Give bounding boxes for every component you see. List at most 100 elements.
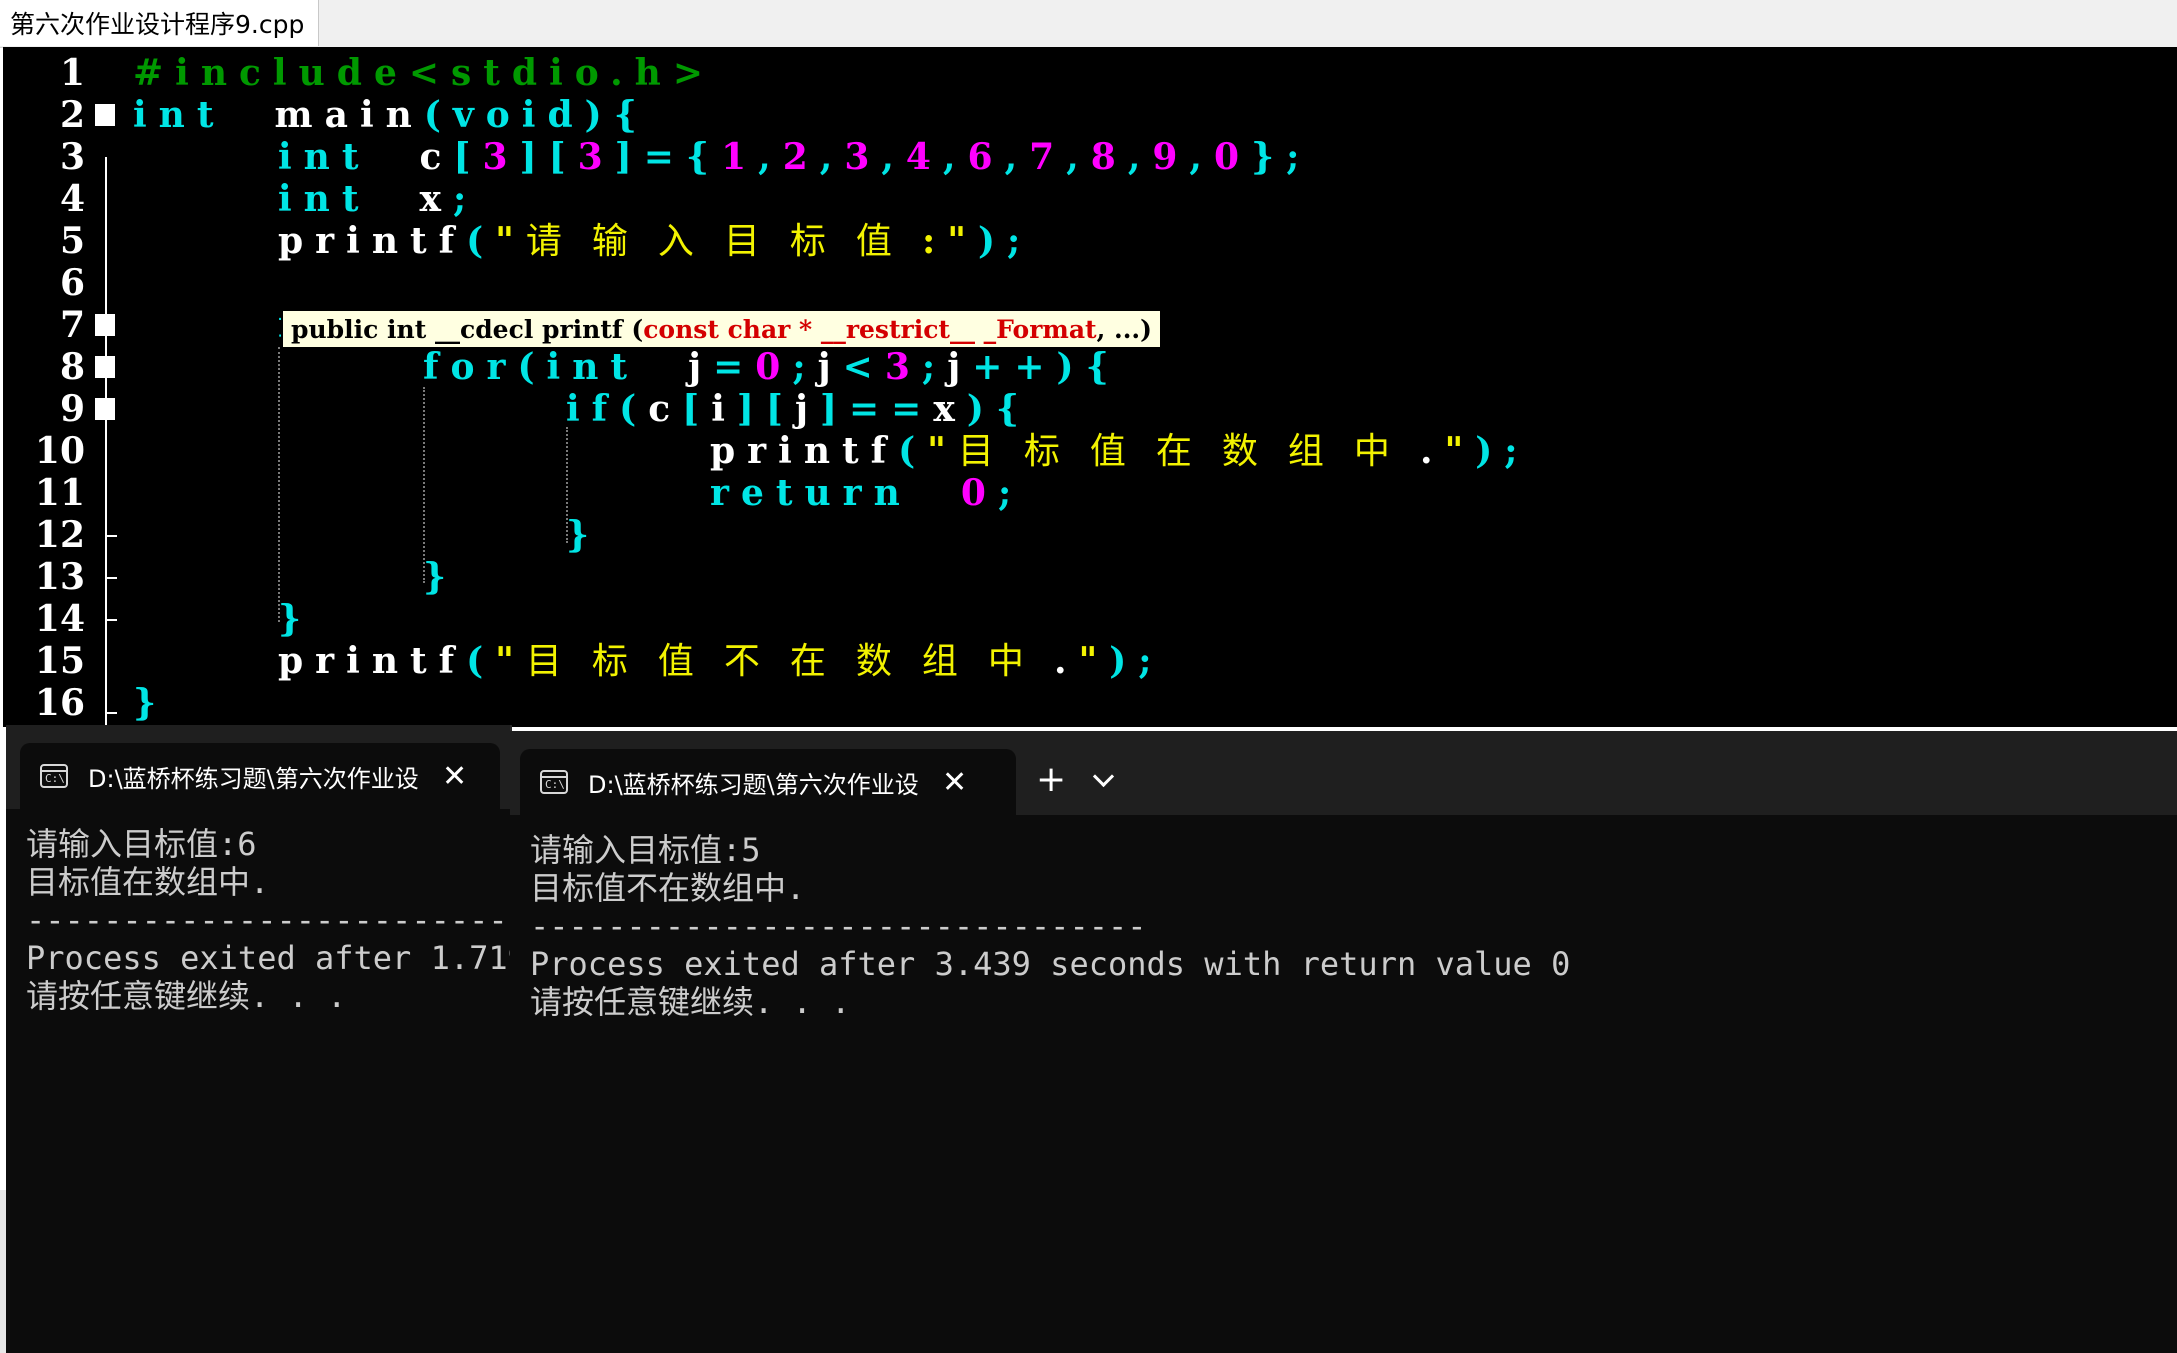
console-line: Process exited after 3.439 seconds with … bbox=[530, 945, 1571, 983]
line-number: 11 bbox=[34, 472, 85, 514]
code-token: 0 bbox=[755, 346, 793, 388]
code-line: } bbox=[278, 598, 313, 640]
close-icon[interactable]: ✕ bbox=[442, 759, 467, 794]
console-tab[interactable]: C:\ D:\蓝桥杯练习题\第六次作业设 ✕ bbox=[20, 743, 500, 809]
console-titlebar: C:\ D:\蓝桥杯练习题\第六次作业设 ✕ bbox=[6, 725, 510, 809]
code-token: , bbox=[1127, 136, 1153, 178]
code-line: printf("请输入目标值:"); bbox=[278, 220, 1032, 262]
code-token: 1 bbox=[721, 136, 759, 178]
console-line: 请输入目标值:6 bbox=[26, 825, 257, 863]
code-token: 请输入目标值 bbox=[525, 221, 922, 262]
code-token: int bbox=[133, 94, 226, 136]
code-token: , bbox=[1004, 136, 1030, 178]
fold-end-tick bbox=[105, 712, 117, 714]
code-token: 0 bbox=[1213, 136, 1252, 178]
code-token: 3 bbox=[884, 346, 922, 388]
fold-end-tick bbox=[105, 535, 117, 537]
code-token: ][ bbox=[519, 136, 578, 178]
code-token: ]== bbox=[819, 388, 934, 430]
line-number: 8 bbox=[59, 346, 85, 388]
code-token: #include<stdio.h> bbox=[133, 52, 716, 94]
console-tab[interactable]: C:\ D:\蓝桥杯练习题\第六次作业设 ✕ bbox=[520, 749, 1016, 815]
code-line: } bbox=[566, 514, 601, 556]
code-token: , bbox=[1189, 136, 1214, 178]
close-icon[interactable]: ✕ bbox=[942, 765, 967, 800]
file-tab-label: 第六次作业设计程序9.cpp bbox=[10, 10, 305, 39]
code-token: 3 bbox=[577, 136, 615, 178]
console-line: 目标值不在数组中. bbox=[530, 869, 806, 907]
line-number: 14 bbox=[34, 598, 85, 640]
line-number: 15 bbox=[34, 640, 85, 682]
code-token: j bbox=[794, 388, 820, 430]
code-token: 2 bbox=[782, 136, 820, 178]
code-token: ]={ bbox=[614, 136, 722, 178]
code-token: ( bbox=[898, 430, 928, 472]
terminal-icon: C:\ bbox=[540, 770, 568, 794]
code-token: = bbox=[713, 346, 756, 388]
code-token: ( bbox=[466, 640, 496, 682]
function-signature-tooltip: public int __cdecl printf (const char * … bbox=[281, 309, 1162, 349]
code-token: ][ bbox=[736, 388, 795, 430]
new-tab-button[interactable]: + bbox=[1036, 759, 1066, 800]
code-token: " bbox=[927, 430, 958, 472]
line-number: 1 bbox=[59, 52, 85, 94]
line-number: 7 bbox=[59, 304, 85, 346]
code-token: 8 bbox=[1090, 136, 1128, 178]
code-token: " bbox=[495, 640, 526, 682]
code-token: void bbox=[452, 94, 585, 136]
file-tab[interactable]: 第六次作业设计程序9.cpp bbox=[0, 0, 320, 46]
tooltip-prefix: public int __cdecl printf ( bbox=[291, 314, 644, 344]
code-token: for bbox=[423, 346, 518, 388]
code-token: c bbox=[370, 136, 454, 178]
code-token: i bbox=[711, 388, 737, 430]
line-number: 12 bbox=[34, 514, 85, 556]
code-token: ); bbox=[1475, 430, 1530, 472]
code-token: ; bbox=[792, 346, 818, 388]
code-line: for(int j=0;j<3;j++){ bbox=[423, 346, 1121, 388]
code-line: int main(void){ bbox=[133, 94, 649, 136]
code-token: , bbox=[881, 136, 906, 178]
line-number: 6 bbox=[59, 262, 85, 304]
code-token: if bbox=[566, 388, 620, 430]
code-token: printf bbox=[278, 640, 467, 682]
code-line: } bbox=[133, 682, 168, 724]
console-window-1[interactable]: C:\ D:\蓝桥杯练习题\第六次作业设 ✕ 请输入目标值:6 目标值在数组中. -… bbox=[6, 725, 512, 1353]
console-line: -------------------------------- bbox=[26, 901, 510, 939]
console-line: Process exited after 1.719 bbox=[26, 939, 512, 977]
line-number: 2 bbox=[59, 94, 85, 136]
code-token: int bbox=[278, 136, 371, 178]
code-token: 6 bbox=[967, 136, 1005, 178]
code-token: " bbox=[1078, 640, 1110, 682]
code-line: printf("目标值不在数组中."); bbox=[278, 640, 1164, 682]
code-token: x bbox=[933, 388, 967, 430]
line-number: 5 bbox=[59, 220, 85, 262]
code-token: int bbox=[546, 346, 639, 388]
code-token: c bbox=[648, 388, 683, 430]
code-token: j bbox=[947, 346, 973, 388]
code-line: int x; bbox=[278, 178, 478, 220]
code-token: } bbox=[566, 514, 602, 556]
console-window-2[interactable]: C:\ D:\蓝桥杯练习题\第六次作业设 ✕ + 请输入目标值:5 目标值不在数组… bbox=[510, 731, 2177, 1353]
code-token: int bbox=[278, 178, 371, 220]
code-token: 4 bbox=[905, 136, 943, 178]
fold-toggle[interactable] bbox=[95, 104, 115, 126]
code-token: ; bbox=[921, 346, 948, 388]
line-number: 16 bbox=[34, 682, 85, 724]
fold-end-tick bbox=[105, 577, 117, 579]
line-number: 9 bbox=[59, 388, 85, 430]
code-token: } bbox=[423, 556, 459, 598]
chevron-down-icon[interactable] bbox=[1092, 765, 1115, 788]
code-token: }; bbox=[1251, 136, 1312, 178]
code-token: ); bbox=[977, 220, 1033, 262]
code-editor[interactable]: 1 2 3 4 5 6 7 8 9 10 11 12 13 14 15 16 #include<stdio.h… bbox=[3, 47, 2177, 727]
code-token: ){ bbox=[584, 94, 649, 136]
window-edge bbox=[0, 1190, 6, 1353]
code-token: . bbox=[1419, 430, 1445, 472]
code-token: , bbox=[942, 136, 968, 178]
code-token: return bbox=[710, 472, 912, 514]
console-line: 目标值在数组中. bbox=[26, 863, 270, 901]
fold-end-tick bbox=[105, 619, 117, 621]
console-tab-title: D:\蓝桥杯练习题\第六次作业设 bbox=[588, 770, 918, 799]
console-line: 请输入目标值:5 bbox=[530, 831, 761, 869]
console-tab-title: D:\蓝桥杯练习题\第六次作业设 bbox=[88, 764, 418, 793]
